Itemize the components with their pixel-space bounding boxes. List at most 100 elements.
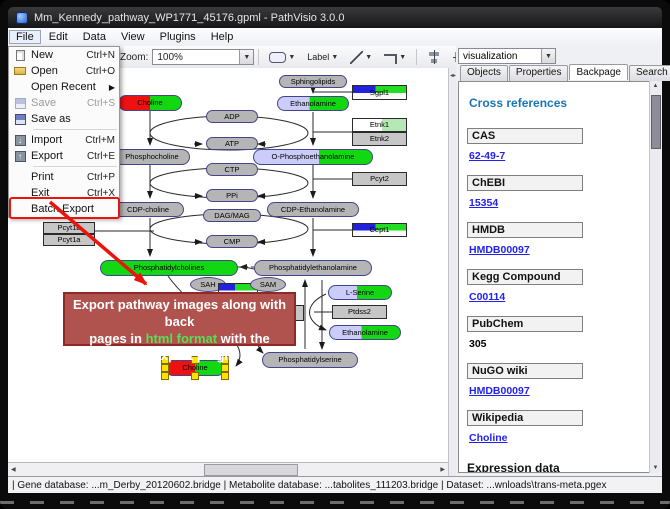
chevron-down-icon[interactable]: ▼: [239, 50, 253, 64]
node-atp[interactable]: ATP: [206, 137, 258, 150]
export-icon: ↑: [15, 151, 26, 162]
file-menu-item-import[interactable]: ↓ImportCtrl+M: [9, 132, 119, 148]
annotation-callout: Export pathway images along with back pa…: [63, 292, 296, 346]
export-icon: ↑: [12, 151, 28, 162]
database-name-box: NuGO wiki: [467, 363, 583, 379]
expression-data-heading: Expression data: [467, 461, 649, 473]
node-pcyt2[interactable]: Pcyt2: [352, 172, 407, 186]
tab-properties[interactable]: Properties: [509, 65, 569, 81]
chevron-down-icon: ▼: [365, 54, 372, 61]
node-choline-top[interactable]: Choline: [118, 95, 182, 111]
window-title: Mm_Kennedy_pathway_WP1771_45176.gpml - P…: [34, 12, 344, 24]
node-phosphatidylcholines[interactable]: Phosphatidylcholines: [100, 260, 238, 276]
tab-backpage[interactable]: Backpage: [569, 64, 627, 80]
file-menu-item-open[interactable]: OpenCtrl+O: [9, 63, 119, 79]
zoom-combobox[interactable]: 100% ▼: [152, 49, 254, 65]
crossref-link[interactable]: Choline: [469, 432, 508, 444]
node-ethanolamine-bottom[interactable]: Ethanolamine: [329, 325, 401, 340]
crossref-link[interactable]: C00114: [469, 291, 505, 303]
line-tool-icon: [350, 51, 363, 64]
scroll-down-icon[interactable]: ▼: [650, 465, 661, 471]
scrollbar-thumb[interactable]: [651, 95, 661, 149]
node-pcyt1a[interactable]: Pcyt1a: [43, 234, 95, 246]
selection-handle[interactable]: [161, 364, 169, 372]
save-as-icon: [15, 114, 26, 125]
batch-export-highlight-box: [9, 197, 120, 219]
node-etnk2[interactable]: Etnk2: [352, 132, 407, 146]
file-menu-item-new[interactable]: NewCtrl+N: [9, 47, 119, 63]
file-menu-item-export[interactable]: ↑ExportCtrl+E: [9, 148, 119, 164]
crossref-link[interactable]: 62-49-7: [469, 150, 505, 162]
node-adp[interactable]: ADP: [206, 110, 258, 123]
menubar-item-help[interactable]: Help: [204, 30, 241, 44]
menu-item-label: Save as: [31, 113, 115, 125]
node-sam[interactable]: SAM: [250, 277, 286, 292]
file-menu-item-save: SaveCtrl+S: [9, 95, 119, 111]
line-tool-button[interactable]: ▼: [348, 50, 374, 65]
node-dag-mag[interactable]: DAG/MAG: [203, 209, 261, 222]
crossref-link[interactable]: HMDB00097: [469, 385, 530, 397]
selection-handle[interactable]: [161, 372, 169, 380]
node-o-phosphoethanolamine[interactable]: O-Phosphoethanolamine: [253, 149, 373, 165]
tab-objects[interactable]: Objects: [460, 65, 508, 81]
node-pcyt1b[interactable]: Pcyt1b: [43, 222, 95, 234]
title-bar[interactable]: Mm_Kennedy_pathway_WP1771_45176.gpml - P…: [8, 7, 662, 28]
crossref-section-wikipedia: WikipediaCholine: [467, 410, 649, 457]
node-ethanolamine-top[interactable]: Ethanolamine: [277, 96, 349, 111]
node-cdp-ethanolamine[interactable]: CDP-Ethanolamine: [267, 202, 359, 217]
file-menu-item-print[interactable]: PrintCtrl+P: [9, 169, 119, 185]
open-folder-icon: [14, 67, 26, 75]
node-etnk1[interactable]: Etnk1: [352, 118, 407, 132]
selection-handle[interactable]: [221, 364, 229, 372]
node-ctp[interactable]: CTP: [206, 163, 258, 176]
tab-search[interactable]: Search: [629, 65, 670, 81]
menubar-item-edit[interactable]: Edit: [42, 30, 75, 44]
crossref-section-cas: CAS62-49-7: [467, 128, 649, 175]
status-text: | Gene database: ...m_Derby_20120602.bri…: [12, 480, 606, 491]
file-menu-item-open-recent[interactable]: Open Recent▶: [9, 79, 119, 95]
chevron-down-icon: ▼: [331, 54, 338, 61]
backpage-panel: Cross references CAS62-49-7ChEBI15354HMD…: [458, 81, 650, 473]
selection-handle[interactable]: [221, 372, 229, 380]
menubar-item-plugins[interactable]: Plugins: [153, 30, 203, 44]
menu-item-label: Export: [31, 150, 83, 162]
canvas-horizontal-scrollbar[interactable]: ◀ ▶: [8, 462, 448, 476]
scroll-left-icon[interactable]: ◀: [11, 466, 16, 473]
node-sphingolipids[interactable]: Sphingolipids: [279, 75, 347, 88]
node-ppi[interactable]: PPi: [206, 189, 258, 202]
node-cdp-choline[interactable]: CDP-choline: [112, 202, 184, 217]
node-cept1[interactable]: Cept1: [352, 223, 407, 237]
panel-vertical-scrollbar[interactable]: ▲ ▼: [649, 81, 661, 473]
crossref-link[interactable]: HMDB00097: [469, 244, 530, 256]
file-menu-item-save-as[interactable]: Save as: [9, 111, 119, 127]
selection-handle[interactable]: [191, 372, 199, 380]
scroll-up-icon[interactable]: ▲: [650, 83, 661, 89]
menu-item-label: Import: [31, 134, 81, 146]
crossref-section-hmdb: HMDBHMDB00097: [467, 222, 649, 269]
menu-item-shortcut: Ctrl+O: [86, 66, 115, 77]
file-menu-dropdown: NewCtrl+NOpenCtrl+OOpen Recent▶SaveCtrl+…: [8, 46, 120, 218]
node-phosphocholine[interactable]: Phosphocholine: [114, 149, 190, 165]
menubar-item-data[interactable]: Data: [76, 30, 113, 44]
label-tool-button[interactable]: Label▼: [305, 51, 340, 63]
datanode-tool-button[interactable]: ▼: [267, 51, 297, 64]
chevron-down-icon[interactable]: ▼: [541, 49, 555, 63]
align-center-horizontal-button[interactable]: [425, 49, 443, 65]
node-cmp[interactable]: CMP: [206, 235, 258, 248]
callout-line1: Export pathway images along with back: [65, 296, 294, 330]
save-icon: [15, 98, 26, 109]
crossref-link[interactable]: 15354: [469, 197, 498, 209]
node-sgpl1[interactable]: Sgpl1: [352, 85, 407, 100]
node-l-serine[interactable]: L-Serine: [328, 285, 392, 300]
scroll-right-icon[interactable]: ▶: [440, 466, 445, 473]
menubar-item-file[interactable]: File: [9, 30, 41, 44]
menubar-item-view[interactable]: View: [114, 30, 152, 44]
side-panel-tabs: ObjectsPropertiesBackpageSearchLegend: [460, 65, 670, 81]
node-phosphatidylethanolamine[interactable]: Phosphatidylethanolamine: [254, 260, 372, 276]
submenu-arrow-icon: ▶: [109, 83, 115, 92]
database-name-box: Kegg Compound: [467, 269, 583, 285]
scrollbar-thumb[interactable]: [204, 464, 298, 476]
visualization-combobox[interactable]: visualization ▼: [458, 48, 556, 64]
node-ptdss2[interactable]: Ptdss2: [332, 305, 387, 319]
connector-tool-button[interactable]: ▼: [382, 50, 408, 65]
